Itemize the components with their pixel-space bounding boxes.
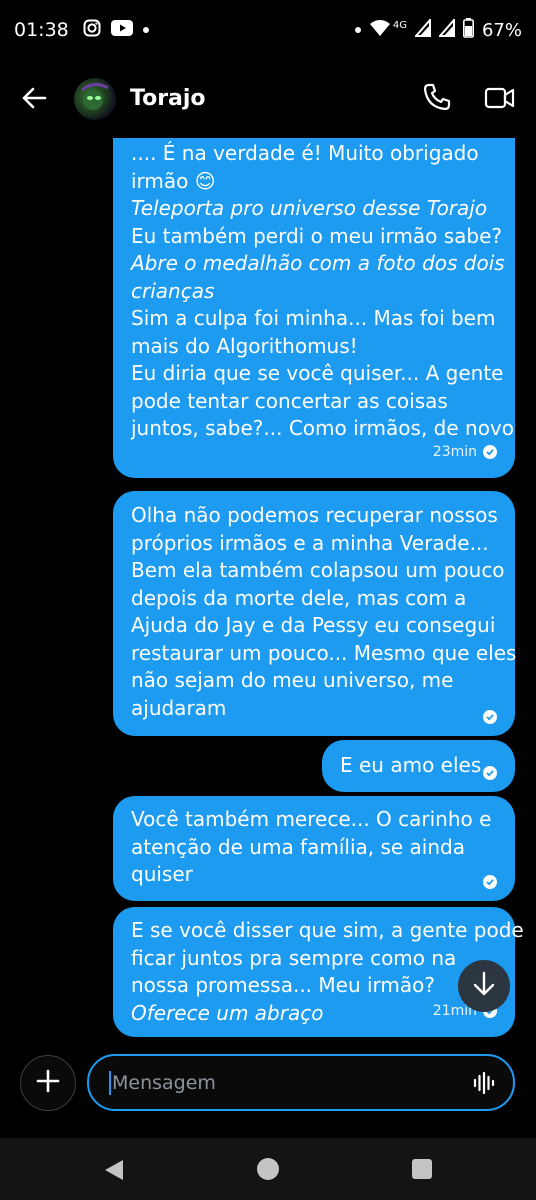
alert-dot-icon — [354, 27, 361, 33]
message-line: Ajuda do Jay e da Pessy eu consegui — [131, 613, 496, 637]
message-meta — [483, 875, 497, 889]
read-check-icon — [483, 766, 497, 780]
message-bubble[interactable]: Você também merece... O carinho e atençã… — [113, 796, 515, 901]
youtube-icon — [110, 20, 133, 40]
phone-icon[interactable] — [422, 82, 452, 112]
message-line: ajudaram — [131, 695, 227, 720]
status-bar: 01:38 4G 67% — [0, 0, 536, 60]
message-line: Você também merece... O carinho e — [131, 807, 492, 831]
message-line: atenção de uma família, se ainda — [131, 834, 465, 859]
message-line: quiser — [131, 862, 193, 886]
message-line: pode tentar concertar as coisas — [131, 388, 448, 413]
wifi-icon — [369, 19, 391, 42]
message-line: Olha não podemos recuperar nossos — [131, 503, 498, 527]
back-arrow-icon[interactable] — [20, 84, 52, 114]
message-line: .... É na verdade é! Muito obrigado — [131, 141, 479, 165]
nav-recents-icon[interactable] — [412, 1159, 432, 1179]
message-line: E eu amo eles — [340, 753, 482, 777]
arrow-down-icon — [472, 971, 496, 1001]
message-time: 23min — [432, 443, 477, 460]
message-line-italic: crianças — [131, 278, 215, 303]
instagram-icon — [83, 19, 101, 41]
message-meta — [483, 710, 497, 724]
add-media-button[interactable] — [20, 1055, 76, 1111]
read-check-icon — [483, 875, 497, 889]
chat-header: Torajo — [0, 60, 536, 138]
message-line: não sejam do meu universo, me — [131, 668, 454, 692]
status-time: 01:38 — [14, 19, 69, 41]
message-line: depois da morte dele, mas com a — [131, 585, 467, 610]
read-check-icon — [483, 445, 497, 460]
message-line: próprios irmãos e a minha Verade... — [131, 530, 489, 555]
battery-percent: 67% — [481, 19, 522, 41]
message-line: Bem ela também colapsou um pouco — [131, 558, 505, 582]
message-line-italic: Teleporta pro universo desse Torajo — [131, 196, 488, 220]
message-line: E se você disser que sim, a gente pode — [131, 918, 524, 942]
plus-icon — [36, 1069, 60, 1097]
avatar[interactable] — [74, 78, 116, 120]
message-line: mais do Algorithomus! — [131, 333, 358, 358]
message-input-container[interactable] — [87, 1054, 515, 1111]
battery-icon — [462, 17, 474, 43]
message-bubble[interactable]: E se você disser que sim, a gente pode f… — [113, 907, 524, 1037]
notification-dot-icon — [142, 27, 149, 33]
video-call-icon[interactable] — [484, 84, 516, 112]
message-line: irmão 😊 — [131, 168, 216, 193]
message-line: Sim a culpa foi minha... Mas foi bem — [131, 306, 496, 330]
message-line: Eu diria que se você quiser... A gente — [131, 361, 504, 385]
message-list[interactable]: .... É na verdade é! Muito obrigado irmã… — [0, 138, 536, 1042]
message-line-italic: Abre o medalhão com a foto dos dois — [131, 251, 505, 275]
message-meta — [483, 766, 497, 780]
signal-icon-2 — [437, 16, 455, 42]
read-check-icon — [483, 710, 497, 724]
scroll-to-bottom-button[interactable] — [458, 960, 510, 1012]
message-meta: 23min — [433, 439, 497, 467]
system-nav-bar — [0, 1138, 536, 1200]
message-bubble[interactable]: E eu amo eles — [322, 740, 515, 792]
message-line: restaurar um pouco... Mesmo que eles — [131, 640, 517, 665]
network-label: 4G — [392, 19, 407, 31]
message-line: Eu também perdi o meu irmão sabe? — [131, 223, 503, 248]
message-bubble[interactable]: Olha não podemos recuperar nossos própri… — [113, 491, 517, 736]
nav-back-icon[interactable] — [103, 1159, 125, 1185]
message-input[interactable] — [112, 1071, 452, 1094]
signal-icon-1 — [413, 16, 431, 42]
voice-message-icon[interactable] — [473, 1071, 495, 1095]
nav-home-icon[interactable] — [257, 1158, 279, 1180]
message-bubble[interactable]: .... É na verdade é! Muito obrigado irmã… — [113, 138, 515, 478]
contact-name[interactable]: Torajo — [130, 86, 206, 111]
text-caret — [109, 1070, 111, 1095]
